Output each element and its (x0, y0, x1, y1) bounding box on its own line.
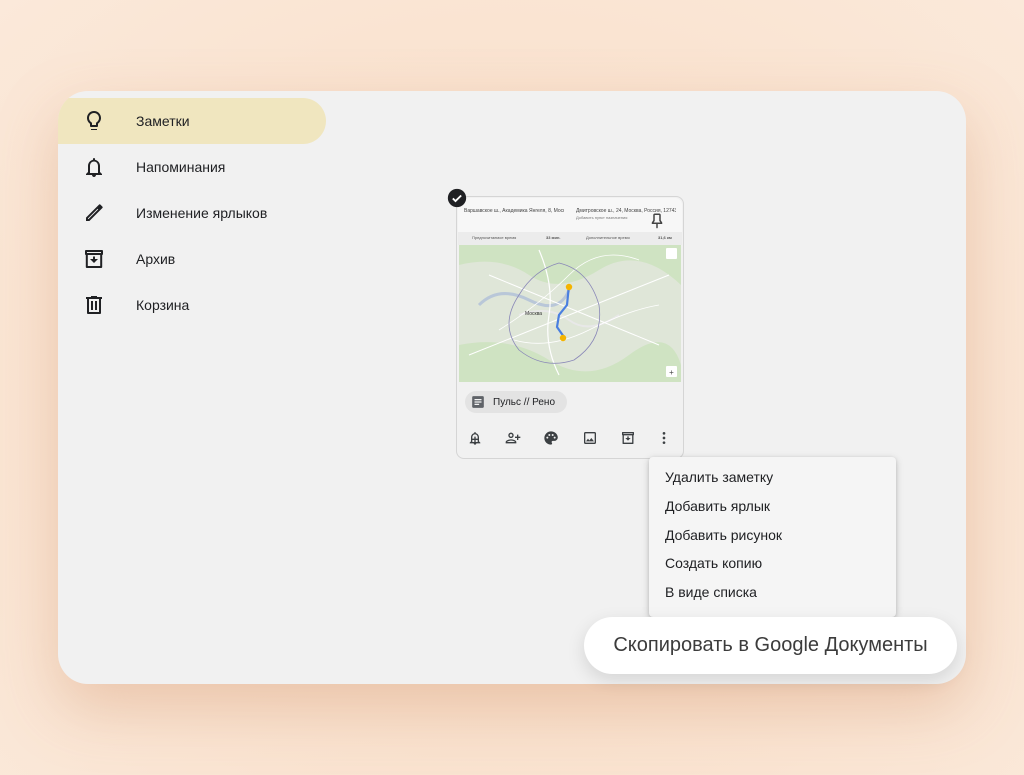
label-chip-text: Пульс // Рено (493, 396, 556, 408)
pin-icon[interactable] (648, 212, 666, 230)
menu-item-make-copy[interactable]: Создать копию (665, 555, 762, 571)
select-check-icon[interactable] (447, 188, 467, 208)
stat-left-value: 33 мин. (546, 235, 561, 240)
map-canvas: + Москва (459, 245, 681, 382)
map-image[interactable]: Варшавское ш., Академика Янгеля, 8, Моск… (458, 198, 682, 382)
menu-item-delete-note[interactable]: Удалить заметку (665, 469, 773, 485)
svg-text:+: + (669, 368, 674, 377)
remind-me-icon[interactable] (467, 430, 483, 446)
trash-icon (86, 296, 102, 314)
stat-right-label: Дополнительное время (586, 235, 630, 240)
palette-icon[interactable] (543, 430, 559, 446)
lightbulb-icon (87, 111, 101, 130)
sidebar-item-trash[interactable]: Корзина (58, 282, 326, 328)
label-chip[interactable]: Пульс // Рено (465, 391, 568, 413)
sidebar-item-label: Изменение ярлыков (136, 205, 268, 221)
menu-item-add-label[interactable]: Добавить ярлык (665, 498, 770, 514)
map-marker-icon (559, 334, 567, 342)
more-vert-icon[interactable] (656, 430, 672, 446)
bell-icon (86, 158, 102, 177)
menu-item-copy-to-google-docs[interactable]: Скопировать в Google Документы (584, 617, 957, 674)
route-subtitle: Добавить пункт назначения (576, 215, 628, 220)
archive-icon (85, 250, 103, 268)
map-marker-icon (565, 283, 573, 291)
pencil-icon (86, 204, 103, 221)
route-stats: Предпочитаемое время 33 мин. Дополнитель… (458, 232, 682, 245)
sidebar-item-label: Корзина (136, 297, 190, 313)
note-card[interactable]: Варшавское ш., Академика Янгеля, 8, Моск… (456, 196, 684, 459)
sidebar-item-archive[interactable]: Архив (58, 236, 326, 282)
sidebar-item-notes[interactable]: Заметки (58, 98, 326, 144)
sidebar-item-label: Заметки (136, 113, 190, 129)
image-icon[interactable] (582, 430, 598, 446)
menu-item-show-checkboxes[interactable]: В виде списка (665, 584, 757, 600)
note-options-menu: Удалить заметку Добавить ярлык Добавить … (649, 457, 896, 617)
sidebar-item-label: Архив (136, 251, 176, 267)
archive-icon[interactable] (620, 430, 636, 446)
map-city-label: Москва (525, 311, 542, 317)
menu-item-add-drawing[interactable]: Добавить рисунок (665, 527, 782, 543)
keep-window: Заметки Напоминания Изменение ярлыков Ар… (58, 91, 966, 684)
stat-right-value: 31,6 км (658, 235, 672, 240)
sidebar-item-edit-labels[interactable]: Изменение ярлыков (58, 190, 326, 236)
sidebar-item-reminders[interactable]: Напоминания (58, 144, 326, 190)
document-icon (472, 396, 484, 408)
route-from: Варшавское ш., Академика Янгеля, 8, Моск… (464, 208, 564, 214)
stat-left-label: Предпочитаемое время (472, 235, 517, 240)
sidebar-item-label: Напоминания (136, 159, 226, 175)
collaborator-icon[interactable] (505, 430, 521, 446)
